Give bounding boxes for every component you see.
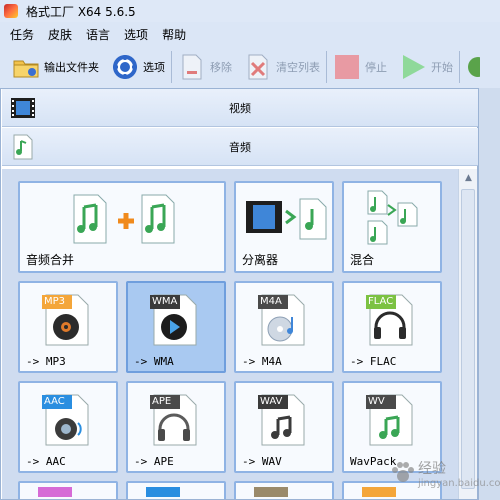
clear-list-label: 清空列表 [276, 61, 320, 74]
format-badge [146, 487, 180, 497]
remove-label: 移除 [210, 61, 232, 74]
category-audio-label: 音频 [229, 140, 251, 154]
tile-label: -> M4A [242, 355, 282, 368]
watermark: 经验 jingyan.baidu.com [388, 452, 500, 496]
wav-badge: WAV [260, 396, 283, 407]
side-panel-edge [478, 88, 500, 500]
title-bar: 格式工厂 X64 5.6.5 [0, 0, 500, 22]
category-video[interactable]: 视频 [2, 89, 478, 127]
wma-badge: WMA [152, 296, 178, 307]
film-icon [10, 95, 36, 121]
output-folder-label: 输出文件夹 [44, 61, 99, 74]
toolbar: 输出文件夹 选项 移除 清空列表 停止 开始 [0, 46, 500, 88]
menu-help[interactable]: 帮助 [162, 26, 186, 43]
wv-badge: WV [368, 396, 385, 407]
flac-badge: FLAC [368, 296, 394, 307]
menu-skin[interactable]: 皮肤 [48, 26, 72, 43]
options-button[interactable]: 选项 [111, 49, 165, 85]
watermark-text: 经验 [418, 461, 446, 477]
window-title: 格式工厂 X64 5.6.5 [26, 4, 136, 19]
scroll-up-arrow-icon[interactable]: ▲ [459, 169, 478, 187]
tile-mix[interactable]: 混合 [342, 181, 442, 273]
tile-wma[interactable]: WMA -> WMA [126, 281, 226, 373]
play-icon [403, 55, 425, 79]
toolbar-separator [459, 51, 460, 83]
tile-partial[interactable] [126, 481, 226, 499]
tile-splitter[interactable]: 分离器 [234, 181, 334, 273]
music-note-icon [10, 134, 36, 160]
watermark-url: jingyan.baidu.com [418, 478, 500, 489]
toolbar-separator [326, 51, 327, 83]
paw-icon [392, 462, 414, 482]
tile-label: 混合 [350, 253, 375, 267]
clear-list-button[interactable]: 清空列表 [244, 49, 320, 85]
start-button[interactable]: 开始 [399, 49, 453, 85]
stop-label: 停止 [365, 61, 387, 74]
clear-list-icon [248, 54, 268, 80]
app-logo-icon [4, 4, 18, 18]
category-video-label: 视频 [229, 101, 251, 115]
folder-icon [13, 60, 39, 78]
m4a-badge: M4A [260, 296, 282, 307]
tile-audio-joiner[interactable]: 音频合并 [18, 181, 226, 273]
tile-label: 分离器 [242, 253, 279, 267]
menu-task[interactable]: 任务 [10, 26, 34, 43]
tile-mp3[interactable]: MP3 -> MP3 [18, 281, 118, 373]
tile-flac[interactable]: FLAC -> FLAC [342, 281, 442, 373]
stop-icon [335, 55, 359, 79]
tile-aac[interactable]: AAC -> AAC [18, 381, 118, 473]
category-audio[interactable]: 音频 [2, 128, 478, 166]
scroll-thumb[interactable] [461, 189, 475, 489]
remove-file-icon [182, 54, 202, 80]
mp3-badge: MP3 [44, 296, 66, 307]
vertical-scrollbar[interactable]: ▲ [458, 169, 477, 499]
menu-bar: 任务 皮肤 语言 选项 帮助 [0, 22, 500, 46]
toolbar-separator [171, 51, 172, 83]
tile-ape[interactable]: APE -> APE [126, 381, 226, 473]
splitter-icon [246, 198, 327, 240]
tile-partial[interactable] [234, 481, 334, 499]
gear-icon [113, 55, 137, 79]
tile-label: 音频合并 [26, 253, 75, 267]
extra-toolbar-icon[interactable] [466, 54, 480, 80]
ape-badge: APE [152, 396, 172, 407]
start-label: 开始 [431, 61, 453, 74]
options-label: 选项 [143, 61, 165, 74]
aac-badge: AAC [44, 396, 65, 407]
format-grid: 音频合并 分离器 混合 MP3 -> MP3 WMA -> WMA M4A ->… [2, 169, 458, 499]
tile-label: -> AAC [26, 455, 66, 468]
mix-icon [367, 190, 418, 245]
tile-label: -> WMA [134, 355, 174, 368]
format-badge [38, 487, 72, 497]
tile-label: -> WAV [242, 455, 282, 468]
task-pane: 视频 音频 音频合并 分离器 混合 MP3 -> MP3 WMA -> WMA … [0, 88, 478, 500]
tile-m4a[interactable]: M4A -> M4A [234, 281, 334, 373]
menu-language[interactable]: 语言 [86, 26, 110, 43]
output-folder-button[interactable]: 输出文件夹 [12, 49, 99, 85]
tile-label: -> APE [134, 455, 174, 468]
audio-merge-icon [73, 194, 175, 244]
tile-partial[interactable] [18, 481, 118, 499]
tile-label: -> FLAC [350, 355, 397, 368]
tile-wav[interactable]: WAV -> WAV [234, 381, 334, 473]
menu-options[interactable]: 选项 [124, 26, 148, 43]
format-badge [254, 487, 288, 497]
tile-label: -> MP3 [26, 355, 66, 368]
remove-button[interactable]: 移除 [178, 49, 232, 85]
stop-button[interactable]: 停止 [333, 49, 387, 85]
